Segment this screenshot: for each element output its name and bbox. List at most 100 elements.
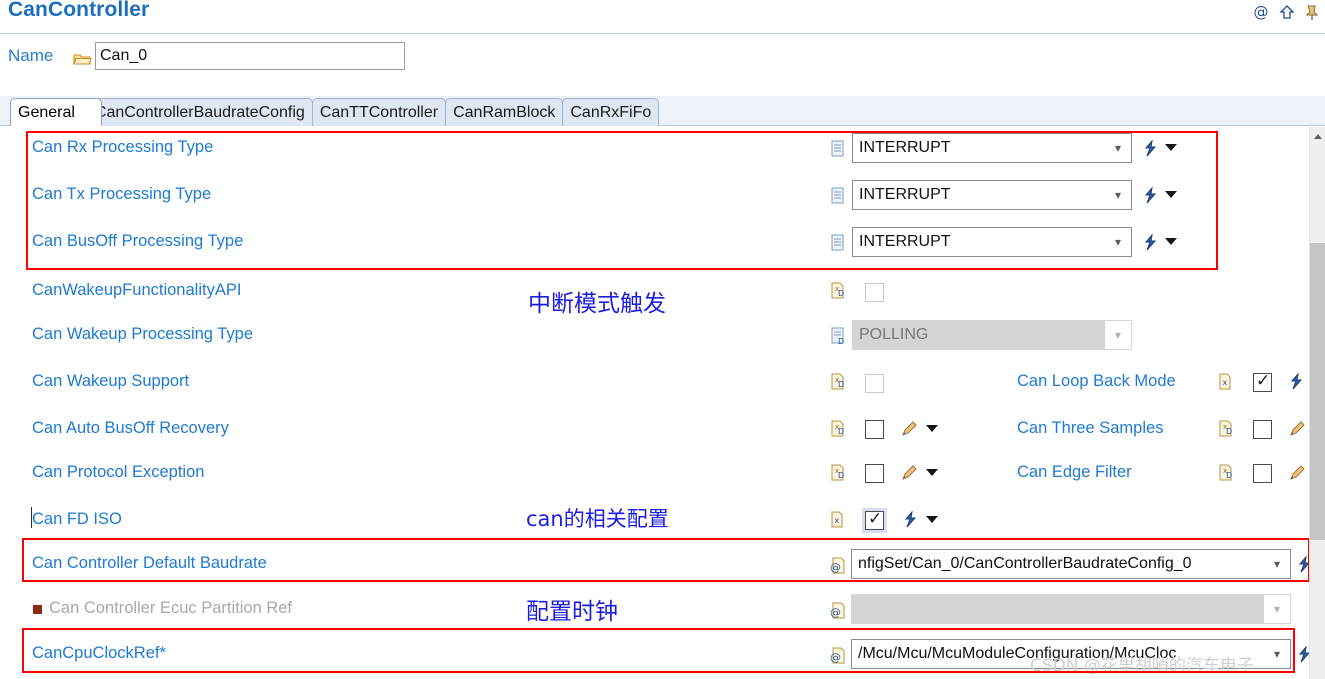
row-can-busoff-processing-type: Can BusOff Processing Type INTERRUPT ▾ — [0, 221, 1296, 268]
open-folder-icon[interactable] — [73, 52, 92, 67]
flash-blue-icon[interactable] — [1142, 187, 1159, 204]
home-up-icon[interactable] — [1279, 4, 1295, 22]
svg-text:D: D — [838, 471, 844, 480]
label-can-protocol-exception: Can Protocol Exception — [32, 463, 205, 481]
label-can-controller-default-baudrate: Can Controller Default Baudrate — [32, 554, 267, 572]
header-icon-group: @ — [1253, 4, 1321, 22]
dropdown-triangle-icon[interactable] — [1165, 191, 1177, 198]
dropdown-triangle-icon[interactable] — [926, 469, 938, 476]
combo-can-rx-processing-type[interactable]: INTERRUPT ▾ — [852, 133, 1132, 163]
row-can-tx-processing-type: Can Tx Processing Type INTERRUPT ▾ — [0, 174, 1296, 221]
checkbox-can-edge-filter[interactable] — [1253, 464, 1272, 483]
checkbox-can-wakeup-functionality-api[interactable] — [865, 283, 884, 302]
vertical-scrollbar[interactable] — [1309, 127, 1325, 679]
checkbox-can-three-samples[interactable] — [1253, 420, 1272, 439]
label-can-three-samples: Can Three Samples — [1017, 419, 1164, 437]
tab-can-rx-fifo[interactable]: CanRxFiFo — [562, 98, 660, 126]
pin-icon[interactable] — [1305, 4, 1321, 22]
red-square-bullet-icon — [33, 605, 42, 614]
combo-value: nfigSet/Can_0/CanControllerBaudrateConfi… — [858, 555, 1192, 572]
svg-text:x: x — [835, 516, 840, 525]
svg-text:D: D — [838, 337, 844, 345]
scroll-up-arrow-icon[interactable] — [1310, 127, 1325, 144]
page-title: CanController — [8, 0, 150, 21]
label-can-auto-busoff-recovery: Can Auto BusOff Recovery — [32, 419, 229, 437]
combo-can-busoff-processing-type[interactable]: INTERRUPT ▾ — [852, 227, 1132, 257]
document-xd-icon: xD — [1219, 464, 1233, 481]
combo-value — [852, 595, 1264, 623]
document-xd-icon: xD — [831, 373, 845, 390]
combo-can-tx-processing-type[interactable]: INTERRUPT ▾ — [852, 180, 1132, 210]
flash-blue-icon[interactable] — [1288, 373, 1305, 390]
flash-blue-icon[interactable] — [902, 511, 919, 528]
chevron-down-icon: ▾ — [1273, 602, 1281, 616]
document-x-icon: x — [1219, 373, 1233, 390]
tab-can-tt-controller[interactable]: CanTTController — [311, 98, 447, 126]
chevron-down-icon[interactable]: ▾ — [1105, 188, 1131, 202]
checkbox-can-wakeup-support[interactable] — [865, 374, 884, 393]
chevron-down-icon[interactable]: ▾ — [1105, 235, 1131, 249]
tab-can-controller-baudrate-config[interactable]: CanControllerBaudrateConfig — [86, 98, 313, 126]
at-document-icon: @ — [830, 602, 845, 619]
pencil-icon[interactable] — [900, 465, 918, 482]
combo-can-controller-ecuc-partition-ref[interactable]: ▾ — [851, 594, 1291, 624]
label-can-busoff-processing-type: Can BusOff Processing Type — [32, 232, 244, 250]
checkbox-can-protocol-exception[interactable] — [865, 464, 884, 483]
label-can-edge-filter: Can Edge Filter — [1017, 463, 1132, 481]
tab-strip: General CanControllerBaudrateConfig CanT… — [0, 96, 1325, 126]
label-can-fd-iso: Can FD ISO — [32, 510, 122, 528]
row-can-wakeup-support: Can Wakeup Support xD Can Loop Back Mode… — [0, 361, 1303, 408]
flash-blue-icon[interactable] — [1296, 556, 1310, 573]
chevron-down-icon[interactable]: ▾ — [1105, 141, 1131, 155]
tab-can-ram-block[interactable]: CanRamBlock — [445, 98, 564, 126]
svg-text:@: @ — [830, 606, 841, 619]
label-can-wakeup-support: Can Wakeup Support — [32, 372, 190, 390]
label-can-wakeup-functionality-api: CanWakeupFunctionalityAPI — [32, 281, 242, 299]
checkbox-can-fd-iso[interactable]: ✓ — [865, 509, 884, 530]
combo-can-wakeup-processing-type[interactable]: POLLING ▾ — [852, 320, 1132, 350]
name-row: Name — [0, 42, 1325, 76]
document-xd-icon: xD — [831, 464, 845, 481]
annotation-can-config: can的相关配置 — [526, 507, 669, 531]
checkbox-can-auto-busoff-recovery[interactable] — [865, 420, 884, 439]
name-input[interactable] — [95, 42, 405, 70]
watermark: CSDN @花里胡哨的汽车电子 — [1030, 656, 1254, 676]
chevron-down-icon[interactable]: ▾ — [1264, 647, 1290, 661]
document-icon — [831, 234, 845, 251]
at-document-icon: @ — [830, 647, 845, 664]
row-can-controller-ecuc-partition-ref: Can Controller Ecuc Partition Ref @ ▾ — [0, 588, 1296, 635]
label-can-loop-back-mode: Can Loop Back Mode — [1017, 372, 1176, 390]
combo-value: POLLING — [853, 321, 1105, 349]
combo-value: INTERRUPT — [859, 139, 951, 156]
document-icon — [831, 140, 845, 157]
flash-blue-icon[interactable] — [1142, 234, 1159, 251]
document-x-icon: x — [831, 511, 845, 528]
annotation-clock-config: 配置时钟 — [526, 599, 618, 625]
header-divider — [0, 33, 1325, 34]
dropdown-triangle-icon[interactable] — [1165, 144, 1177, 151]
svg-text:@: @ — [830, 561, 841, 574]
pencil-icon[interactable] — [900, 421, 918, 438]
dropdown-triangle-icon[interactable] — [926, 425, 938, 432]
row-can-rx-processing-type: Can Rx Processing Type INTERRUPT ▾ — [0, 127, 1296, 174]
check-mark-icon: ✓ — [868, 509, 883, 529]
tab-general[interactable]: General — [10, 98, 102, 126]
row-can-auto-busoff-recovery: Can Auto BusOff Recovery xD Can Three Sa… — [0, 408, 1305, 455]
label-can-rx-processing-type: Can Rx Processing Type — [32, 138, 214, 156]
at-document-icon: @ — [830, 557, 845, 574]
combo-can-controller-default-baudrate[interactable]: nfigSet/Can_0/CanControllerBaudrateConfi… — [851, 549, 1291, 579]
pencil-icon[interactable] — [1288, 421, 1306, 438]
at-icon[interactable]: @ — [1253, 4, 1269, 22]
svg-text:D: D — [1226, 471, 1232, 480]
chevron-down-icon[interactable]: ▾ — [1264, 557, 1290, 571]
pencil-icon[interactable] — [1288, 465, 1306, 482]
flash-blue-icon[interactable] — [1296, 646, 1310, 663]
checkbox-can-loop-back-mode[interactable]: ✓ — [1253, 371, 1272, 392]
flash-blue-icon[interactable] — [1142, 140, 1159, 157]
scrollbar-thumb[interactable] — [1310, 243, 1325, 540]
dropdown-triangle-icon[interactable] — [926, 516, 938, 523]
row-can-controller-default-baudrate: Can Controller Default Baudrate @ nfigSe… — [0, 543, 1310, 590]
dropdown-triangle-icon[interactable] — [1165, 238, 1177, 245]
label-can-controller-ecuc-partition-ref: Can Controller Ecuc Partition Ref — [49, 599, 293, 617]
row-can-protocol-exception: Can Protocol Exception xD Can Edge Filte… — [0, 452, 1305, 499]
